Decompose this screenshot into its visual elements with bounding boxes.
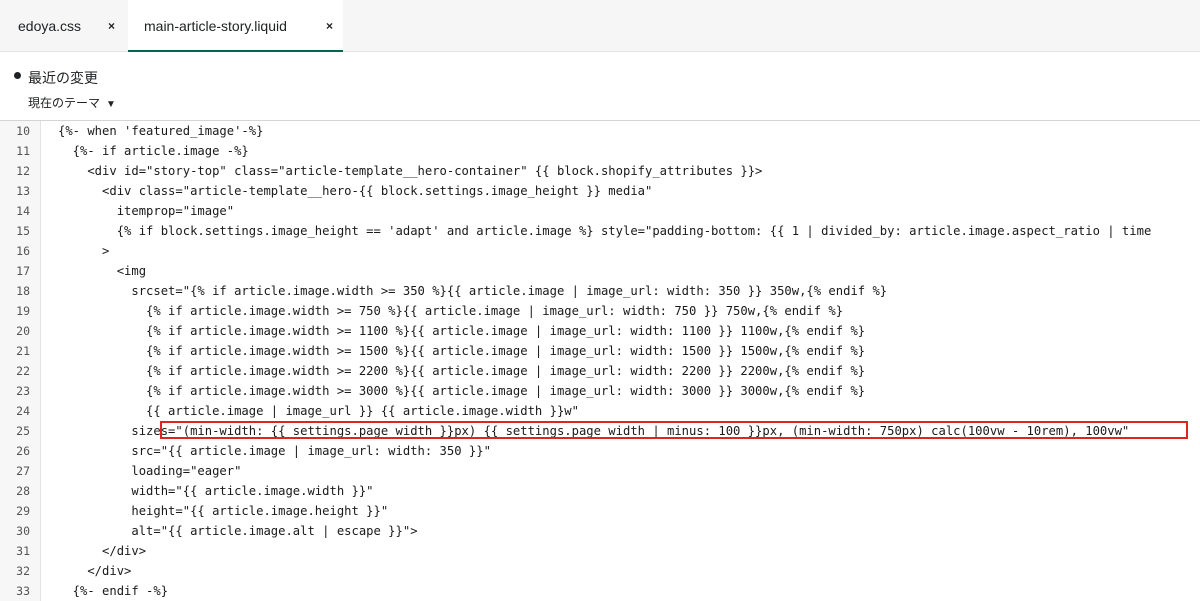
code-text: srcset="{% if article.image.width >= 350… (58, 284, 888, 298)
code-line: 22 {% if article.image.width >= 2200 %}{… (0, 361, 1200, 381)
code-text: {%- endif -%} (58, 584, 169, 598)
code-line: 10 {%- when 'featured_image'-%} (0, 121, 1200, 141)
caret-down-icon: ▼ (106, 99, 116, 110)
tab-label: main-article-story.liquid (144, 18, 287, 34)
code-text: {% if article.image.width >= 750 %}{{ ar… (58, 304, 844, 318)
code-text: itemprop="image" (58, 204, 235, 218)
code-text: <div id="story-top" class="article-templ… (58, 164, 763, 178)
tab-bar: edoya.css × main-article-story.liquid × (0, 0, 1200, 52)
code-text: {{ article.image | image_url }} {{ artic… (58, 404, 579, 418)
code-text: loading="eager" (58, 464, 242, 478)
code-line: 32 </div> (0, 561, 1200, 581)
code-text: {% if block.settings.image_height == 'ad… (58, 224, 1152, 238)
code-text: {% if article.image.width >= 3000 %}{{ a… (58, 384, 866, 398)
code-line: 18 srcset="{% if article.image.width >= … (0, 281, 1200, 301)
code-text: {%- when 'featured_image'-%} (58, 124, 264, 138)
code-line: 24 {{ article.image | image_url }} {{ ar… (0, 401, 1200, 421)
line-number: 30 (16, 524, 30, 538)
line-number: 32 (16, 564, 30, 578)
code-line: 26 src="{{ article.image | image_url: wi… (0, 441, 1200, 461)
code-line: 16 > (0, 241, 1200, 261)
code-text: <img (58, 264, 147, 278)
code-text: {% if article.image.width >= 1500 %}{{ a… (58, 344, 866, 358)
line-number: 12 (16, 164, 30, 178)
code-text: > (58, 244, 110, 258)
code-line: 13 <div class="article-template__hero-{{… (0, 181, 1200, 201)
line-number: 27 (16, 464, 30, 478)
code-text: width="{{ article.image.width }}" (58, 484, 374, 498)
code-line: 21 {% if article.image.width >= 1500 %}{… (0, 341, 1200, 361)
line-number: 23 (16, 384, 30, 398)
line-number: 10 (16, 124, 30, 138)
line-number: 14 (16, 204, 30, 218)
line-number: 22 (16, 364, 30, 378)
theme-selector[interactable]: 現在のテーマ ▼ (28, 94, 116, 111)
code-line: 30 alt="{{ article.image.alt | escape }}… (0, 521, 1200, 541)
code-text: {%- if article.image -%} (58, 144, 249, 158)
line-number: 17 (16, 264, 30, 278)
recent-changes-panel: 最近の変更 現在のテーマ ▼ (0, 52, 1200, 120)
tab-label: edoya.css (18, 18, 82, 34)
code-text: alt="{{ article.image.alt | escape }}"> (58, 524, 418, 538)
line-number: 19 (16, 304, 30, 318)
tab-main-article-story[interactable]: main-article-story.liquid × (128, 0, 343, 52)
line-number: 20 (16, 324, 30, 338)
code-text: {% if article.image.width >= 2200 %}{{ a… (58, 364, 866, 378)
line-number: 11 (16, 144, 30, 158)
line-number: 33 (16, 584, 30, 598)
theme-selector-label: 現在のテーマ (28, 96, 101, 110)
code-line: 23 {% if article.image.width >= 3000 %}{… (0, 381, 1200, 401)
code-text: </div> (58, 544, 147, 558)
line-number: 31 (16, 544, 30, 558)
line-number: 13 (16, 184, 30, 198)
line-number: 28 (16, 484, 30, 498)
line-number: 25 (16, 424, 30, 438)
code-line: 31 </div> (0, 541, 1200, 561)
code-line: 14 itemprop="image" (0, 201, 1200, 221)
line-number: 18 (16, 284, 30, 298)
code-line: 29 height="{{ article.image.height }}" (0, 501, 1200, 521)
tab-edoya-css[interactable]: edoya.css × (18, 0, 128, 52)
code-line: 27 loading="eager" (0, 461, 1200, 481)
status-dot-icon (14, 72, 21, 79)
code-editor[interactable]: 10 {%- when 'featured_image'-%} 11 {%- if … (0, 120, 1200, 601)
code-text: </div> (58, 564, 132, 578)
line-number: 24 (16, 404, 30, 418)
code-line: 28 width="{{ article.image.width }}" (0, 481, 1200, 501)
code-line: 12 <div id="story-top" class="article-te… (0, 161, 1200, 181)
highlight-box (160, 421, 1188, 439)
close-icon[interactable]: × (108, 0, 115, 52)
code-text: {% if article.image.width >= 1100 %}{{ a… (58, 324, 866, 338)
code-text: src="{{ article.image | image_url: width… (58, 444, 491, 458)
line-number: 21 (16, 344, 30, 358)
line-number: 29 (16, 504, 30, 518)
code-line: 33 {%- endif -%} (0, 581, 1200, 601)
line-number: 15 (16, 224, 30, 238)
close-icon[interactable]: × (326, 0, 333, 52)
code-line: 20 {% if article.image.width >= 1100 %}{… (0, 321, 1200, 341)
code-line: 17 <img (0, 261, 1200, 281)
code-line: 19 {% if article.image.width >= 750 %}{{… (0, 301, 1200, 321)
recent-changes-title: 最近の変更 (28, 70, 98, 86)
code-text: height="{{ article.image.height }}" (58, 504, 389, 518)
code-line: 11 {%- if article.image -%} (0, 141, 1200, 161)
line-number: 26 (16, 444, 30, 458)
code-line: 15 {% if block.settings.image_height == … (0, 221, 1200, 241)
line-number: 16 (16, 244, 30, 258)
code-text: <div class="article-template__hero-{{ bl… (58, 184, 653, 198)
